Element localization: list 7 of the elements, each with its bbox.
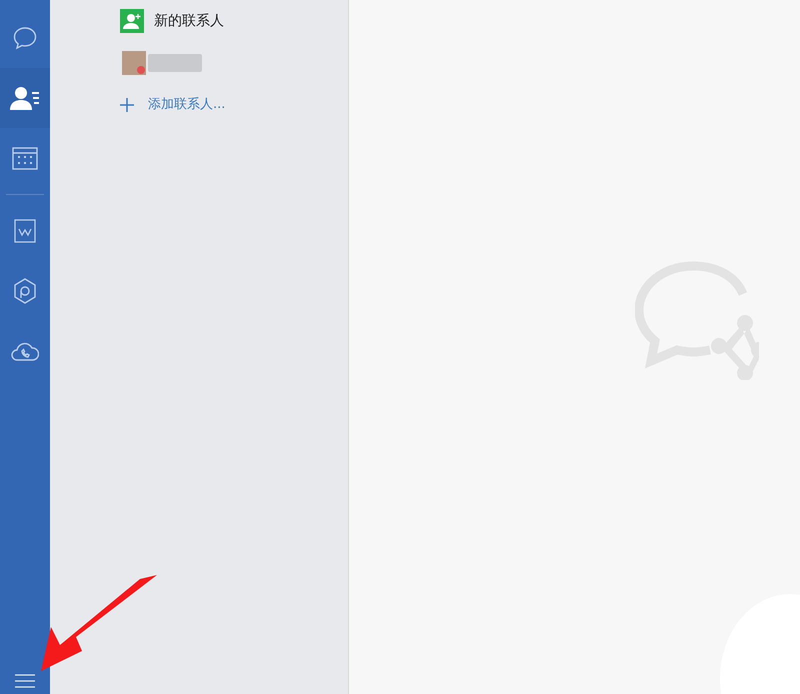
add-contact-icon bbox=[120, 9, 144, 33]
add-contact-link[interactable]: 添加联系人... bbox=[148, 95, 226, 115]
contact-name[interactable]: 新的联系人 bbox=[154, 10, 224, 32]
plus-icon[interactable] bbox=[120, 98, 134, 112]
blurred-name bbox=[148, 54, 202, 72]
contacts-icon[interactable] bbox=[0, 68, 50, 128]
avatar-placeholder bbox=[122, 51, 146, 75]
